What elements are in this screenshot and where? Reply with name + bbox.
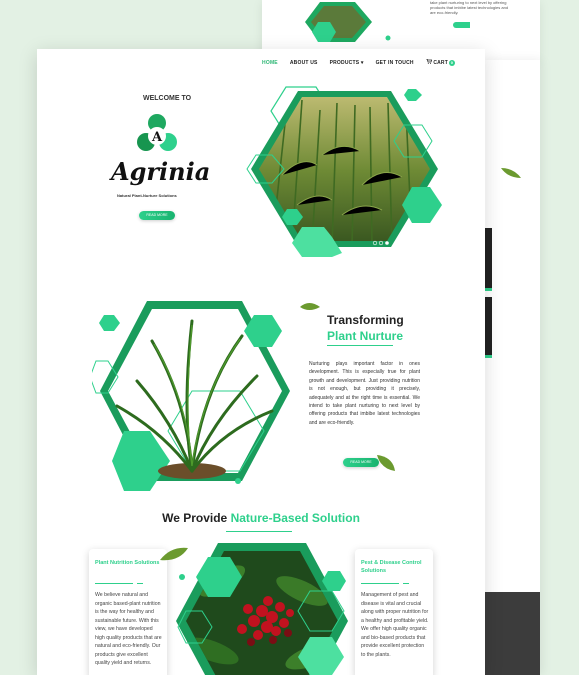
provide-heading: We Provide Nature-Based Solution	[37, 511, 485, 525]
service-card-divider	[137, 583, 143, 584]
brand-name: Agrinia	[111, 157, 211, 186]
hero-hexagon-image	[246, 86, 442, 257]
transform-paragraph: Nurturing plays important factor in ones…	[309, 361, 420, 426]
cart-label: CART	[433, 60, 448, 66]
service-card-title: Plant Nutrition Solutions	[95, 560, 160, 566]
transform-read-more-button[interactable]: READ MORE	[343, 458, 379, 467]
leaf-decoration-icon	[377, 455, 395, 471]
service-card-divider	[403, 583, 409, 584]
nav-cart[interactable]: CART 0	[425, 58, 455, 66]
transform-heading: Transforming	[327, 313, 404, 327]
nav-about-us[interactable]: ABOUT US	[290, 60, 318, 66]
service-card-body: Management of pest and disease is vital …	[361, 592, 429, 658]
cart-count-badge: 0	[449, 60, 455, 66]
service-card-title: Pest & Disease Control Solutions	[361, 560, 422, 574]
provide-heading-accent: Nature-Based Solution	[230, 511, 360, 525]
background-dark-card	[484, 297, 492, 358]
background-footer	[484, 592, 540, 675]
main-page-card: HOME ABOUT US PRODUCTS ▾ GET IN TOUCH CA…	[37, 49, 485, 675]
hero-read-more-button[interactable]: READ MORE	[139, 211, 175, 220]
background-page-right	[484, 60, 540, 675]
service-card-divider	[361, 583, 399, 584]
agrinia-logo-icon: A	[137, 114, 177, 151]
heading-underline	[327, 345, 393, 347]
service-card-pest-control[interactable]: Pest & Disease Control Solutions Managem…	[355, 549, 433, 675]
service-card-plant-nutrition[interactable]: Plant Nutrition Solutions We believe nat…	[89, 549, 167, 675]
provide-heading-prefix: We Provide	[162, 511, 228, 525]
welcome-heading: WELCOME TO	[143, 95, 192, 102]
nav-get-in-touch[interactable]: GET IN TOUCH	[376, 60, 414, 66]
plant-hexagon-image	[92, 301, 290, 491]
coffee-hexagon-image	[176, 543, 348, 675]
leaf-decoration-icon	[501, 168, 521, 178]
chevron-down-icon: ▾	[360, 59, 364, 66]
background-dark-card	[484, 228, 492, 291]
nav-products[interactable]: PRODUCTS ▾	[330, 60, 364, 66]
transform-subheading: Plant Nurture	[327, 329, 404, 343]
top-navigation: HOME ABOUT US PRODUCTS ▾ GET IN TOUCH CA…	[262, 58, 455, 66]
heading-underline	[226, 531, 292, 533]
service-card-body: We believe natural and organic based-pla…	[95, 592, 162, 666]
background-hex-art	[305, 2, 470, 42]
nav-home[interactable]: HOME	[262, 60, 278, 66]
service-card-divider	[95, 583, 133, 584]
nav-products-label: PRODUCTS	[329, 59, 360, 66]
leaf-decoration-icon	[300, 303, 320, 310]
brand-tagline: Natural Plant-Nurture Solutions	[117, 193, 177, 198]
svg-text:A: A	[151, 130, 163, 145]
